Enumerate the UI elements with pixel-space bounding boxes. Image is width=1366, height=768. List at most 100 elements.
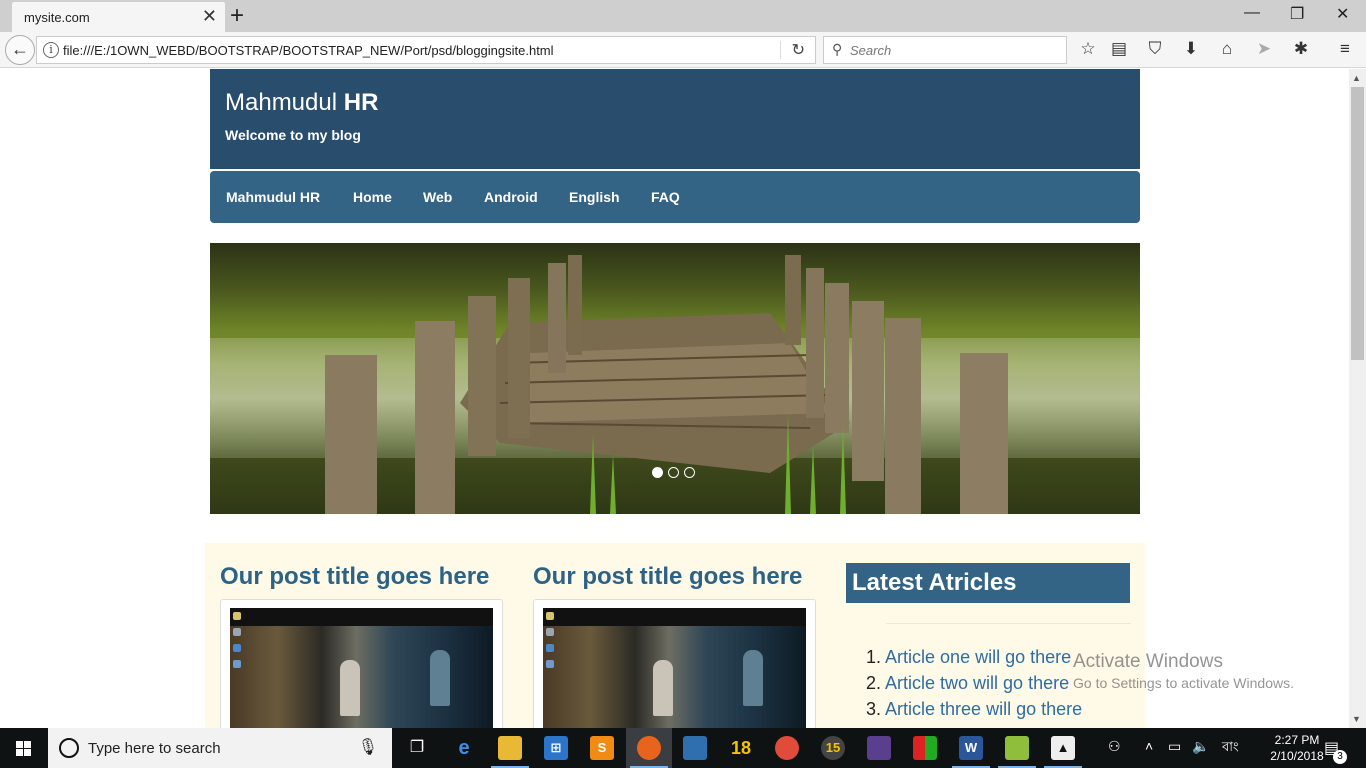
- reading-list-icon[interactable]: ▤: [1108, 38, 1130, 60]
- volume-icon[interactable]: 🔈: [1192, 738, 1209, 755]
- windows-logo-icon: [16, 741, 32, 756]
- restore-icon[interactable]: ❐: [1290, 4, 1304, 24]
- url-text: file:///E:/1OWN_WEBD/BOOTSTRAP/BOOTSTRAP…: [63, 43, 554, 58]
- home-icon[interactable]: ⌂: [1216, 38, 1238, 60]
- task-view-button[interactable]: ❐: [394, 728, 440, 768]
- taskbar-edge[interactable]: e: [441, 728, 487, 768]
- store-icon: ⊞: [544, 736, 568, 760]
- post: [960, 353, 1008, 514]
- nav-web[interactable]: Web: [423, 189, 452, 205]
- post-title[interactable]: Our post title goes here: [220, 563, 489, 591]
- grass: [610, 454, 616, 514]
- site-title-prefix: Mahmudul: [225, 89, 344, 116]
- address-bar[interactable]: i file:///E:/1OWN_WEBD/BOOTSTRAP/BOOTSTR…: [36, 36, 816, 64]
- taskbar-search[interactable]: Type here to search 🎙: [48, 728, 392, 768]
- grass: [590, 434, 596, 514]
- tab-title: mysite.com: [24, 10, 90, 25]
- article-link[interactable]: Article one will go there: [885, 647, 1071, 667]
- scroll-down-icon[interactable]: ▼: [1352, 714, 1361, 724]
- post-thumbnail[interactable]: [533, 599, 816, 728]
- language-indicator[interactable]: বাং: [1222, 738, 1239, 759]
- sidebar-heading-text: Latest Atricles: [852, 569, 1017, 596]
- send-icon[interactable]: ➤: [1253, 38, 1275, 60]
- browser-tab[interactable]: mysite.com ✕: [12, 2, 225, 32]
- carousel-dot-1[interactable]: [652, 467, 663, 478]
- taskbar-app[interactable]: [672, 728, 718, 768]
- taskbar-app[interactable]: [994, 728, 1040, 768]
- taskbar-word[interactable]: W: [948, 728, 994, 768]
- microphone-icon[interactable]: 🎙: [358, 737, 378, 757]
- desktop-icon: [233, 644, 241, 652]
- wallpaper: [543, 626, 806, 728]
- list-item: 1. Article one will go there: [866, 647, 1071, 668]
- taskbar-app-18[interactable]: 18: [718, 728, 764, 768]
- site-title[interactable]: Mahmudul HR: [225, 89, 378, 117]
- taskbar-app-15[interactable]: 15: [810, 728, 856, 768]
- site-title-bold: HR: [343, 89, 379, 116]
- address-bar-divider: [780, 41, 781, 59]
- taskbar-photos[interactable]: ▲: [1040, 728, 1086, 768]
- post-title[interactable]: Our post title goes here: [533, 563, 802, 591]
- carousel-dot-3[interactable]: [684, 467, 695, 478]
- taskbar-search-placeholder: Type here to search: [88, 740, 221, 757]
- desktop-icon: [233, 628, 241, 636]
- scroll-up-icon[interactable]: ▲: [1352, 73, 1361, 83]
- taskbar-store[interactable]: ⊞: [533, 728, 579, 768]
- sidebar-divider: [886, 623, 1131, 624]
- carousel-dot-2[interactable]: [668, 467, 679, 478]
- taskbar-app[interactable]: [902, 728, 948, 768]
- desktop-icon: [546, 644, 554, 652]
- post: [825, 283, 849, 433]
- minimize-icon[interactable]: —: [1244, 4, 1260, 22]
- nav-brand[interactable]: Mahmudul HR: [226, 189, 320, 205]
- task-view-icon: ❐: [409, 739, 425, 756]
- post: [468, 296, 496, 456]
- taskbar-sublime[interactable]: S: [579, 728, 625, 768]
- cortana-icon: [59, 738, 79, 758]
- reload-icon[interactable]: ↻: [792, 40, 805, 60]
- list-number: 2.: [866, 673, 882, 693]
- grass: [840, 424, 846, 514]
- nav-english[interactable]: English: [569, 189, 620, 205]
- scrollbar-thumb[interactable]: [1351, 87, 1364, 360]
- people-icon[interactable]: ⚇: [1108, 738, 1121, 755]
- post-thumbnail[interactable]: [220, 599, 503, 728]
- taskbar-explorer[interactable]: [487, 728, 533, 768]
- pocket-icon[interactable]: ⛉: [1144, 38, 1166, 60]
- folder-icon: [498, 736, 522, 760]
- close-window-icon[interactable]: ✕: [1336, 4, 1349, 24]
- page-scrollbar[interactable]: ▲ ▼: [1349, 69, 1366, 728]
- post: [852, 301, 884, 481]
- info-icon[interactable]: i: [43, 42, 59, 58]
- back-arrow-icon[interactable]: ←: [5, 35, 35, 65]
- desktop-icon: [233, 660, 241, 668]
- list-number: 1.: [866, 647, 882, 667]
- nav-android[interactable]: Android: [484, 189, 538, 205]
- taskbar-chrome[interactable]: [764, 728, 810, 768]
- post: [415, 321, 455, 514]
- extension-icon[interactable]: ✱: [1290, 38, 1312, 60]
- download-icon[interactable]: ⬇: [1180, 38, 1202, 60]
- article-link[interactable]: Article three will go there: [885, 699, 1082, 719]
- new-tab-icon[interactable]: +: [230, 4, 244, 28]
- battery-icon[interactable]: ▭: [1168, 738, 1181, 755]
- close-tab-icon[interactable]: ✕: [202, 7, 217, 25]
- nav-home[interactable]: Home: [353, 189, 392, 205]
- menu-icon[interactable]: ≡: [1334, 38, 1356, 60]
- firefox-icon: [637, 736, 661, 760]
- search-input[interactable]: ⚲ Search: [823, 36, 1067, 64]
- taskbar-tex[interactable]: [856, 728, 902, 768]
- watermark-title: Activate Windows: [1073, 651, 1223, 672]
- chevron-up-icon[interactable]: ˄: [1145, 738, 1153, 754]
- bookmark-star-icon[interactable]: ☆: [1077, 38, 1099, 60]
- desktop-screenshot: [543, 608, 806, 728]
- sidebar-heading: Latest Atricles: [846, 563, 1130, 603]
- nav-faq[interactable]: FAQ: [651, 189, 680, 205]
- taskbar-firefox[interactable]: [626, 728, 672, 768]
- monitor-icon: [683, 736, 707, 760]
- notification-count-badge: 3: [1333, 750, 1347, 764]
- watermark-subtitle: Go to Settings to activate Windows.: [1073, 675, 1294, 691]
- article-link[interactable]: Article two will go there: [885, 673, 1069, 693]
- image-carousel[interactable]: [210, 243, 1140, 514]
- start-button[interactable]: [0, 728, 48, 768]
